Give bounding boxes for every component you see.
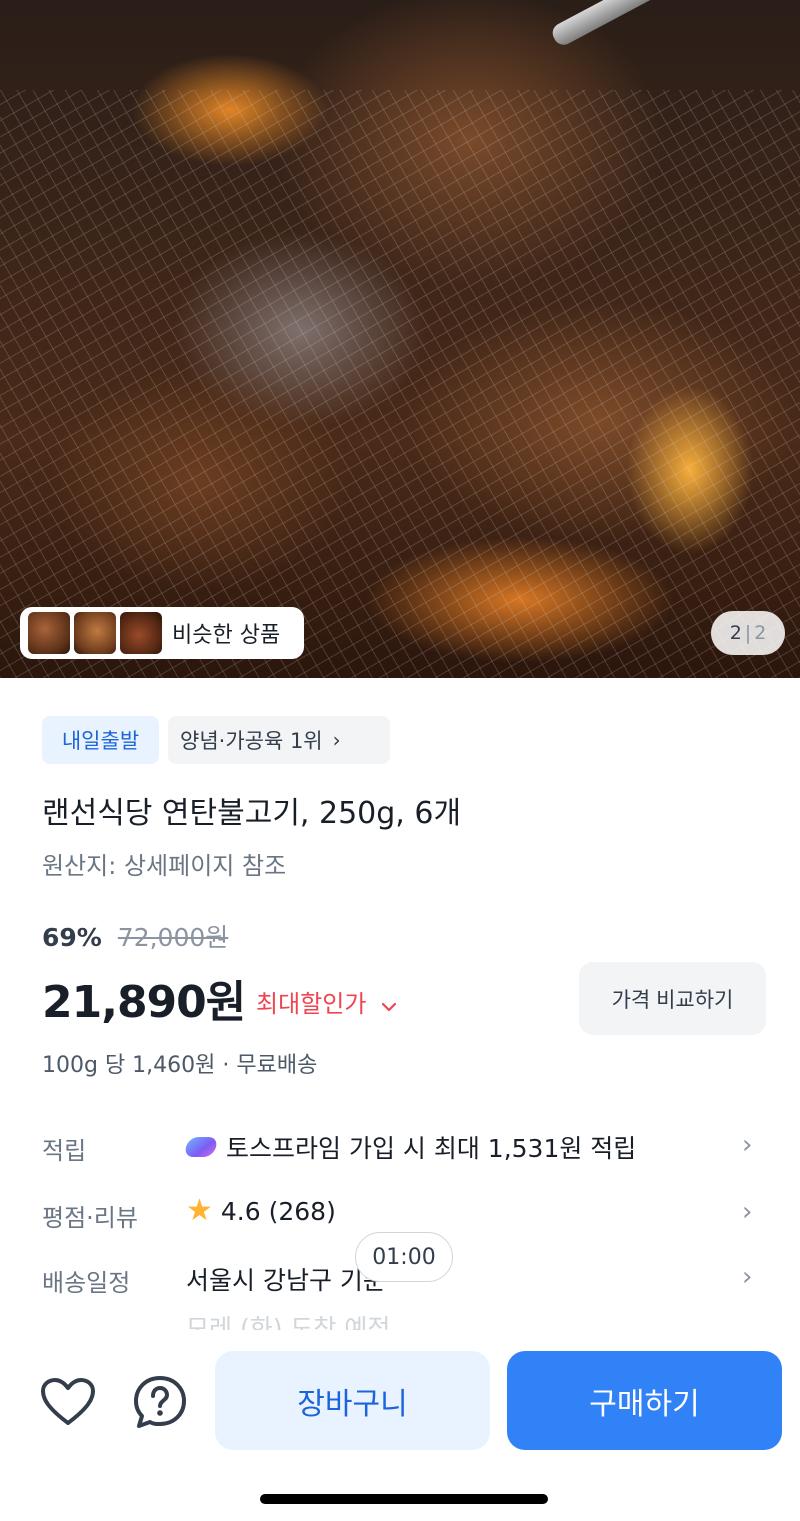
points-value: 토스프라임 가입 시 최대 1,531원 적립 (226, 1134, 637, 1163)
image-page-indicator: 2 | 2 (711, 611, 785, 655)
shipping-badge: 내일출발 (42, 716, 159, 764)
wishlist-button[interactable] (38, 1372, 98, 1432)
home-indicator (260, 1494, 548, 1504)
product-origin: 원산지: 상세페이지 참조 (42, 852, 287, 880)
max-discount-label: 최대할인가 (256, 990, 367, 1018)
similar-thumb (74, 612, 116, 654)
page-separator: | (744, 622, 752, 644)
prime-icon (183, 1137, 219, 1157)
product-image[interactable] (0, 0, 800, 678)
grill-texture (0, 90, 800, 678)
max-discount-toggle[interactable]: 최대할인가 (256, 984, 397, 1019)
similar-thumb (120, 612, 162, 654)
price-compare-button[interactable]: 가격 비교하기 (579, 962, 766, 1035)
discount-info: 69% 72,000원 (42, 918, 228, 954)
chevron-right-icon: › (332, 728, 341, 752)
chevron-right-icon[interactable]: › (742, 1262, 752, 1292)
tongs (549, 0, 701, 49)
page-current: 2 (729, 622, 742, 644)
add-to-cart-button[interactable]: 장바구니 (215, 1351, 490, 1450)
inquiry-button[interactable] (130, 1372, 190, 1432)
buy-now-button[interactable]: 구매하기 (507, 1351, 782, 1450)
points-label: 적립 (42, 1137, 87, 1165)
discount-percent: 69% (42, 923, 102, 952)
rating-row[interactable]: ★ 4.6 (268) (186, 1196, 336, 1226)
similar-products-button[interactable]: 비슷한 상품 (20, 607, 304, 659)
heart-icon (41, 1378, 95, 1425)
points-row[interactable]: 토스프라임 가입 시 최대 1,531원 적립 (183, 1129, 637, 1165)
chevron-right-icon[interactable]: › (742, 1197, 752, 1227)
original-price: 72,000원 (117, 923, 229, 952)
chevron-right-icon[interactable]: › (742, 1130, 752, 1160)
similar-thumb (28, 612, 70, 654)
rating-label: 평점·리뷰 (42, 1204, 138, 1232)
unit-price-shipping: 100g 당 1,460원 · 무료배송 (42, 1053, 318, 1078)
page-total: 2 (754, 622, 767, 644)
question-icon (134, 1376, 186, 1428)
category-rank-chip[interactable]: 양념·가공육 1위 › (168, 716, 390, 764)
sale-price: 21,890원 (42, 977, 246, 1028)
category-rank-label: 양념·가공육 1위 (180, 729, 323, 753)
star-icon: ★ (186, 1193, 213, 1228)
product-title: 랜선식당 연탄불고기, 250g, 6개 (42, 796, 462, 831)
delivery-label: 배송일정 (42, 1269, 131, 1297)
chevron-down-icon (381, 996, 397, 1017)
rating-value: 4.6 (268) (220, 1196, 336, 1226)
timer-badge: 01:00 (355, 1232, 453, 1282)
similar-products-label: 비슷한 상품 (172, 623, 281, 648)
